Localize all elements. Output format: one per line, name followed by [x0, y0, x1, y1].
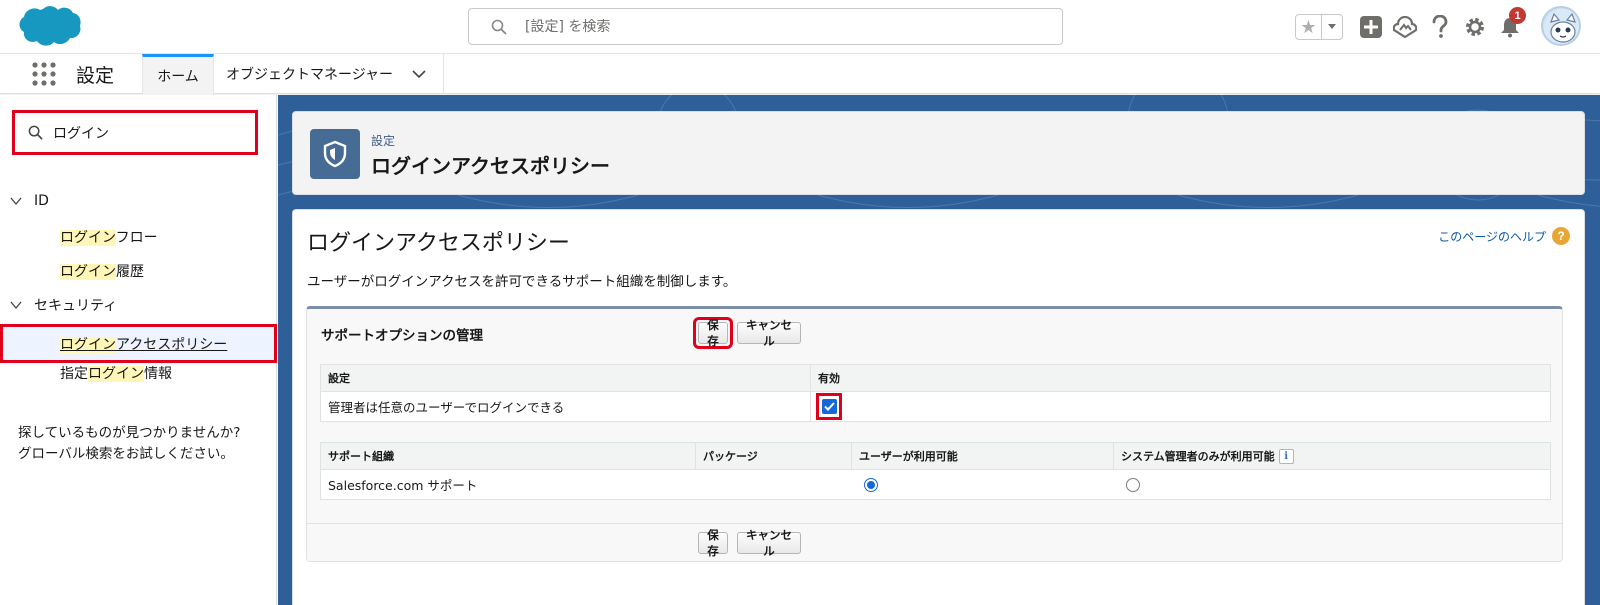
column-header-admin-only-label: システム管理者のみが利用可能 [1121, 449, 1275, 463]
support-org-name: Salesforce.com サポート [328, 478, 478, 493]
app-name: 設定 [76, 65, 115, 87]
search-highlight: ログイン [60, 336, 116, 353]
search-highlight: ログイン [88, 366, 144, 382]
favorites-group: ★ [1295, 14, 1343, 40]
tab-object-manager[interactable]: オブジェクトマネージャー [214, 54, 444, 94]
tree-item-label: 情報 [144, 366, 172, 382]
table-header-row: サポート組織 パッケージ ユーザーが利用可能 システム管理者のみが利用可能 i [320, 442, 1551, 470]
tree-group-id[interactable]: ID [10, 193, 49, 209]
settings-table: 設定 有効 管理者は任意のユーザーでログインできる [320, 364, 1551, 422]
package-cell [696, 470, 852, 500]
tree-item-login-access-policies[interactable]: ログインアクセスポリシー [0, 324, 277, 363]
column-header-enabled: 有効 [810, 364, 1551, 392]
not-found-line-1: 探しているものが見つかりませんか? [18, 425, 241, 441]
shield-icon [310, 129, 360, 179]
cancel-button-bottom[interactable]: キャンセル [737, 528, 801, 558]
chevron-down-icon[interactable] [10, 299, 22, 311]
main-content-area: 設定 ログインアクセスポリシー ログインアクセスポリシー このページのヘルプ ?… [278, 95, 1600, 605]
page-block-support-options: サポートオプションの管理 保存 キャンセル 設定 有効 管理者は任意のユーザーで… [306, 306, 1563, 562]
column-header-setting: 設定 [320, 364, 811, 392]
global-search[interactable] [468, 8, 1063, 45]
checkmark-icon [823, 402, 835, 411]
trailhead-icon[interactable] [1392, 14, 1418, 40]
tree-item-label: フロー [115, 230, 158, 246]
tab-home-label: ホーム [157, 68, 199, 85]
tree-item-login-history[interactable]: ログイン履歴 [60, 261, 144, 281]
cancel-button-top[interactable]: キャンセル [737, 318, 801, 348]
favorite-star-icon[interactable]: ★ [1296, 15, 1322, 39]
column-header-user-available: ユーザーが利用可能 [851, 442, 1114, 470]
tab-home[interactable]: ホーム [142, 54, 214, 94]
notification-count-badge: 1 [1509, 7, 1526, 24]
checkbox-highlight [816, 393, 842, 420]
not-found-line-2: グローバル検索をお試しください。 [18, 446, 234, 462]
quick-find-input[interactable] [53, 124, 233, 141]
page-block-footer: 保存 キャンセル [307, 523, 1562, 562]
user-avatar[interactable] [1541, 6, 1581, 46]
page-block-title: サポートオプションの管理 [321, 328, 483, 344]
save-button-bottom[interactable]: 保存 [698, 528, 728, 558]
admin-only-radio[interactable] [1125, 477, 1140, 492]
page-header-kicker: 設定 [371, 134, 396, 148]
user-available-radio[interactable] [863, 477, 878, 492]
table-row: 管理者は任意のユーザーでログインできる [321, 391, 1551, 422]
search-icon [491, 19, 507, 34]
app-launcher-waffle-icon[interactable] [32, 62, 56, 86]
search-highlight: ログイン [60, 264, 116, 280]
not-found-message: 探しているものが見つかりませんか? グローバル検索をお試しください。 [18, 423, 240, 465]
column-header-admin-only: システム管理者のみが利用可能 i [1113, 442, 1551, 470]
support-org-table: サポート組織 パッケージ ユーザーが利用可能 システム管理者のみが利用可能 i S… [320, 442, 1551, 500]
chevron-down-icon[interactable] [10, 195, 22, 207]
column-header-package: パッケージ [695, 442, 852, 470]
global-actions-plus-icon[interactable] [1358, 14, 1384, 40]
user-available-cell [852, 470, 1114, 500]
global-header: ★ 1 [0, 0, 1600, 54]
table-row: Salesforce.com サポート [321, 470, 1551, 500]
admin-only-cell [1114, 470, 1551, 500]
admin-login-any-user-checkbox[interactable] [821, 399, 837, 414]
page-header: 設定 ログインアクセスポリシー [292, 111, 1585, 195]
table-header-row: 設定 有効 [320, 364, 1551, 392]
search-highlight: ログイン [60, 230, 116, 246]
help-icon[interactable] [1427, 14, 1453, 40]
content-card: ログインアクセスポリシー このページのヘルプ ? ユーザーがログインアクセスを許… [292, 209, 1585, 605]
content-title: ログインアクセスポリシー [307, 231, 570, 256]
tree-group-label: セキュリティ [34, 298, 118, 314]
setting-label: 管理者は任意のユーザーでログインできる [328, 400, 565, 415]
search-icon [28, 125, 43, 140]
app-navigation-bar: 設定 ホーム オブジェクトマネージャー [0, 54, 1600, 94]
quick-find-box[interactable] [12, 110, 258, 155]
page-title: ログインアクセスポリシー [371, 154, 610, 178]
tree-group-label: ID [34, 193, 49, 209]
favorites-dropdown-icon[interactable] [1322, 15, 1342, 39]
tree-item-login-flow[interactable]: ログインフロー [60, 227, 158, 247]
help-link[interactable]: このページのヘルプ ? [1438, 227, 1570, 245]
tree-item-label: 履歴 [116, 264, 144, 280]
help-link-label[interactable]: このページのヘルプ [1438, 228, 1546, 245]
enabled-cell [810, 391, 1551, 422]
salesforce-logo[interactable] [16, 4, 82, 50]
info-icon[interactable]: i [1278, 449, 1294, 465]
tree-item-designated-login-info[interactable]: 指定ログイン情報 [60, 363, 172, 383]
chevron-down-icon[interactable] [412, 69, 426, 79]
settings-gear-icon[interactable] [1462, 14, 1488, 40]
tab-object-manager-label: オブジェクトマネージャー [226, 67, 394, 83]
column-header-support-org: サポート組織 [320, 442, 696, 470]
global-search-input[interactable] [525, 18, 1025, 35]
setup-sidebar: ID ログインフロー ログイン履歴 セキュリティ ログインアクセスポリシー 指定… [0, 95, 277, 605]
help-question-icon[interactable]: ? [1552, 227, 1570, 245]
tree-item-prefix: 指定 [60, 366, 88, 382]
tree-group-security[interactable]: セキュリティ [10, 295, 117, 315]
save-button-top[interactable]: 保存 [698, 318, 728, 348]
content-description: ユーザーがログインアクセスを許可できるサポート組織を制御します。 [307, 274, 737, 290]
tree-item-label: アクセスポリシー [116, 336, 228, 353]
